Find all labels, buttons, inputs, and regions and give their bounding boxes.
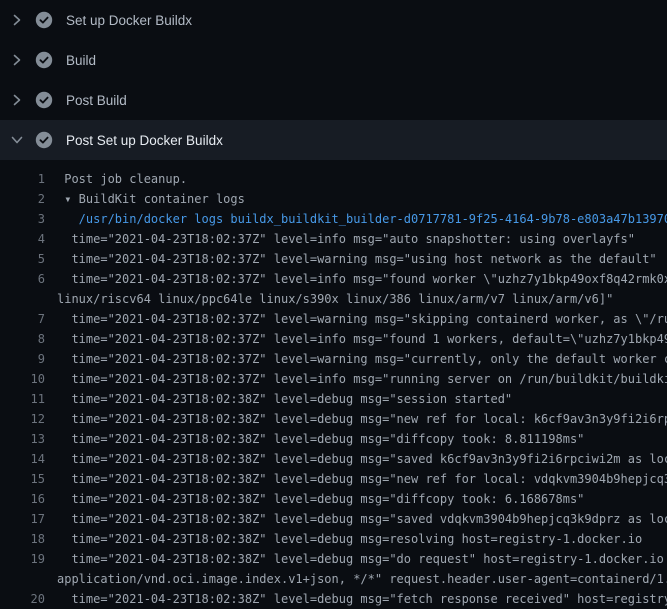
step-row-set-up-docker-buildx[interactable]: Set up Docker Buildx [0, 0, 667, 40]
log-line-number[interactable]: 12 [0, 409, 45, 429]
log-text: time="2021-04-23T18:02:37Z" level=warnin… [45, 309, 667, 329]
log-text: time="2021-04-23T18:02:37Z" level=info m… [45, 229, 667, 249]
log-text: time="2021-04-23T18:02:37Z" level=info m… [45, 329, 667, 349]
log-row: 8 time="2021-04-23T18:02:37Z" level=info… [0, 329, 667, 349]
check-circle-icon [35, 131, 53, 149]
log-row: 3 /usr/bin/docker logs buildx_buildkit_b… [0, 209, 667, 229]
log-line-number[interactable]: 4 [0, 229, 45, 249]
log-row: 18 time="2021-04-23T18:02:38Z" level=deb… [0, 529, 667, 549]
log-line-number[interactable]: 1 [0, 169, 45, 189]
log-text: time="2021-04-23T18:02:38Z" level=debug … [45, 509, 667, 529]
log-text: time="2021-04-23T18:02:38Z" level=debug … [45, 549, 667, 569]
log-row: 5 time="2021-04-23T18:02:37Z" level=warn… [0, 249, 667, 269]
log-row: 19 time="2021-04-23T18:02:38Z" level=deb… [0, 549, 667, 569]
log-row: application/vnd.oci.image.index.v1+json,… [0, 569, 667, 589]
log-text: time="2021-04-23T18:02:38Z" level=debug … [45, 589, 667, 609]
step-row-post-set-up-docker-buildx[interactable]: Post Set up Docker Buildx [0, 120, 667, 160]
log-line-number[interactable]: 9 [0, 349, 45, 369]
log-text: time="2021-04-23T18:02:38Z" level=debug … [45, 449, 667, 469]
log-text: time="2021-04-23T18:02:38Z" level=debug … [45, 389, 667, 409]
check-circle-icon [35, 11, 53, 29]
log-text: time="2021-04-23T18:02:37Z" level=warnin… [45, 349, 667, 369]
log-row: 2 ▾ BuildKit container logs [0, 189, 667, 209]
chevron-down-icon [11, 134, 23, 146]
log-command-text: /usr/bin/docker logs buildx_buildkit_bui… [45, 209, 667, 229]
log-row: 10 time="2021-04-23T18:02:37Z" level=inf… [0, 369, 667, 389]
log-text: time="2021-04-23T18:02:38Z" level=debug … [45, 469, 667, 489]
log-row: 1 Post job cleanup. [0, 169, 667, 189]
log-row: linux/riscv64 linux/ppc64le linux/s390x … [0, 289, 667, 309]
log-text: time="2021-04-23T18:02:38Z" level=debug … [45, 489, 667, 509]
log-line-number[interactable]: 2 [0, 189, 45, 209]
log-text: Post job cleanup. [45, 169, 667, 189]
log-line-number[interactable]: 17 [0, 509, 45, 529]
chevron-right-icon [11, 94, 23, 106]
log-row: 16 time="2021-04-23T18:02:38Z" level=deb… [0, 489, 667, 509]
log-lines: 1 Post job cleanup.2 ▾ BuildKit containe… [0, 160, 667, 609]
log-line-number [0, 569, 45, 589]
step-label: Post Build [66, 93, 127, 108]
step-label: Post Set up Docker Buildx [66, 133, 223, 148]
log-line-number[interactable]: 5 [0, 249, 45, 269]
chevron-right-icon [11, 14, 23, 26]
log-row: 9 time="2021-04-23T18:02:37Z" level=warn… [0, 349, 667, 369]
log-text: time="2021-04-23T18:02:38Z" level=debug … [45, 529, 667, 549]
log-row: 13 time="2021-04-23T18:02:38Z" level=deb… [0, 429, 667, 449]
log-line-number[interactable]: 16 [0, 489, 45, 509]
log-text: ▾ BuildKit container logs [45, 189, 667, 209]
log-line-number [0, 289, 45, 309]
log-line-number[interactable]: 3 [0, 209, 45, 229]
log-row: 11 time="2021-04-23T18:02:38Z" level=deb… [0, 389, 667, 409]
log-row: 4 time="2021-04-23T18:02:37Z" level=info… [0, 229, 667, 249]
log-row: 15 time="2021-04-23T18:02:38Z" level=deb… [0, 469, 667, 489]
log-line-number[interactable]: 14 [0, 449, 45, 469]
log-row: 7 time="2021-04-23T18:02:37Z" level=warn… [0, 309, 667, 329]
log-row: 14 time="2021-04-23T18:02:38Z" level=deb… [0, 449, 667, 469]
step-label: Set up Docker Buildx [66, 13, 192, 28]
check-circle-icon [35, 91, 53, 109]
step-row-post-build[interactable]: Post Build [0, 80, 667, 120]
log-line-number[interactable]: 20 [0, 589, 45, 609]
log-line-number[interactable]: 19 [0, 549, 45, 569]
log-row: 20 time="2021-04-23T18:02:38Z" level=deb… [0, 589, 667, 609]
log-line-number[interactable]: 8 [0, 329, 45, 349]
log-text: time="2021-04-23T18:02:37Z" level=info m… [45, 369, 667, 389]
log-line-number[interactable]: 7 [0, 309, 45, 329]
log-text: time="2021-04-23T18:02:38Z" level=debug … [45, 409, 667, 429]
chevron-right-icon [11, 54, 23, 66]
log-row: 6 time="2021-04-23T18:02:37Z" level=info… [0, 269, 667, 289]
steps-list: Set up Docker Buildx Build Post Build Po… [0, 0, 667, 160]
log-line-number[interactable]: 15 [0, 469, 45, 489]
step-row-build[interactable]: Build [0, 40, 667, 80]
step-label: Build [66, 53, 96, 68]
log-row: 12 time="2021-04-23T18:02:38Z" level=deb… [0, 409, 667, 429]
log-line-number[interactable]: 13 [0, 429, 45, 449]
log-line-number[interactable]: 18 [0, 529, 45, 549]
log-text: time="2021-04-23T18:02:37Z" level=warnin… [45, 249, 667, 269]
log-line-number[interactable]: 11 [0, 389, 45, 409]
log-text: time="2021-04-23T18:02:38Z" level=debug … [45, 429, 667, 449]
log-text: time="2021-04-23T18:02:37Z" level=info m… [45, 269, 667, 289]
check-circle-icon [35, 51, 53, 69]
log-line-number[interactable]: 6 [0, 269, 45, 289]
log-row: 17 time="2021-04-23T18:02:38Z" level=deb… [0, 509, 667, 529]
log-text: linux/riscv64 linux/ppc64le linux/s390x … [45, 289, 667, 309]
log-line-number[interactable]: 10 [0, 369, 45, 389]
log-text: application/vnd.oci.image.index.v1+json,… [45, 569, 667, 589]
